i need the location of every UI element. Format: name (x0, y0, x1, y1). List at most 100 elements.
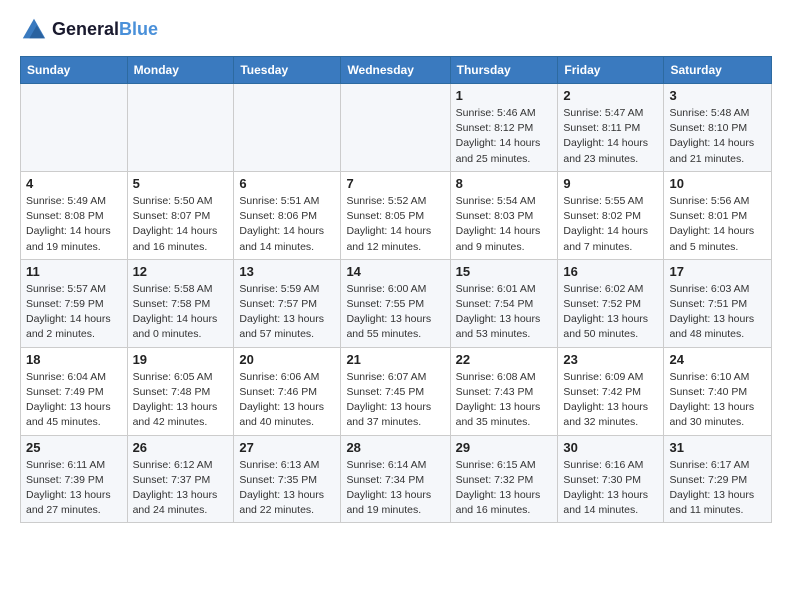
day-info: Sunrise: 6:01 AM Sunset: 7:54 PM Dayligh… (456, 282, 553, 343)
day-info: Sunrise: 5:50 AM Sunset: 8:07 PM Dayligh… (133, 194, 229, 255)
day-info: Sunrise: 5:58 AM Sunset: 7:58 PM Dayligh… (133, 282, 229, 343)
day-info: Sunrise: 5:52 AM Sunset: 8:05 PM Dayligh… (346, 194, 444, 255)
calendar-week-row: 25 Sunrise: 6:11 AM Sunset: 7:39 PM Dayli… (21, 435, 772, 523)
calendar-cell: 23 Sunrise: 6:09 AM Sunset: 7:42 PM Dayli… (558, 347, 664, 435)
day-number: 29 (456, 440, 553, 455)
calendar-cell: 29 Sunrise: 6:15 AM Sunset: 7:32 PM Dayli… (450, 435, 558, 523)
calendar-cell: 19 Sunrise: 6:05 AM Sunset: 7:48 PM Dayli… (127, 347, 234, 435)
calendar-cell: 11 Sunrise: 5:57 AM Sunset: 7:59 PM Dayli… (21, 259, 128, 347)
calendar-cell: 4Sunrise: 5:49 AM Sunset: 8:08 PM Daylig… (21, 171, 128, 259)
day-info: Sunrise: 6:06 AM Sunset: 7:46 PM Dayligh… (239, 370, 335, 431)
day-info: Sunrise: 5:51 AM Sunset: 8:06 PM Dayligh… (239, 194, 335, 255)
day-info: Sunrise: 6:17 AM Sunset: 7:29 PM Dayligh… (669, 458, 766, 519)
day-info: Sunrise: 6:12 AM Sunset: 7:37 PM Dayligh… (133, 458, 229, 519)
calendar-cell: 3 Sunrise: 5:48 AM Sunset: 8:10 PM Daylig… (664, 84, 772, 172)
day-number: 1 (456, 88, 553, 103)
calendar-week-row: 18 Sunrise: 6:04 AM Sunset: 7:49 PM Dayli… (21, 347, 772, 435)
day-info: Sunrise: 6:08 AM Sunset: 7:43 PM Dayligh… (456, 370, 553, 431)
day-info: Sunrise: 5:46 AM Sunset: 8:12 PM Dayligh… (456, 106, 553, 167)
day-number: 26 (133, 440, 229, 455)
day-number: 7 (346, 176, 444, 191)
day-info: Sunrise: 6:11 AM Sunset: 7:39 PM Dayligh… (26, 458, 122, 519)
day-number: 2 (563, 88, 658, 103)
calendar-cell: 10 Sunrise: 5:56 AM Sunset: 8:01 PM Dayli… (664, 171, 772, 259)
calendar-table: SundayMondayTuesdayWednesdayThursdayFrid… (20, 56, 772, 523)
logo-icon (20, 16, 48, 44)
weekday-header: Saturday (664, 57, 772, 84)
day-number: 11 (26, 264, 122, 279)
weekday-header: Sunday (21, 57, 128, 84)
calendar-cell (234, 84, 341, 172)
calendar-cell: 26 Sunrise: 6:12 AM Sunset: 7:37 PM Dayli… (127, 435, 234, 523)
calendar-cell: 30Sunrise: 6:16 AM Sunset: 7:30 PM Dayli… (558, 435, 664, 523)
calendar-cell: 9 Sunrise: 5:55 AM Sunset: 8:02 PM Daylig… (558, 171, 664, 259)
weekday-header: Monday (127, 57, 234, 84)
calendar-cell: 28Sunrise: 6:14 AM Sunset: 7:34 PM Dayli… (341, 435, 450, 523)
day-number: 28 (346, 440, 444, 455)
day-number: 18 (26, 352, 122, 367)
day-number: 21 (346, 352, 444, 367)
day-number: 8 (456, 176, 553, 191)
day-number: 13 (239, 264, 335, 279)
day-number: 31 (669, 440, 766, 455)
day-info: Sunrise: 6:02 AM Sunset: 7:52 PM Dayligh… (563, 282, 658, 343)
logo-text: GeneralBlue (52, 20, 158, 40)
day-info: Sunrise: 5:47 AM Sunset: 8:11 PM Dayligh… (563, 106, 658, 167)
day-number: 14 (346, 264, 444, 279)
calendar-cell: 8 Sunrise: 5:54 AM Sunset: 8:03 PM Daylig… (450, 171, 558, 259)
weekday-header: Wednesday (341, 57, 450, 84)
calendar-cell: 14 Sunrise: 6:00 AM Sunset: 7:55 PM Dayli… (341, 259, 450, 347)
calendar-cell (341, 84, 450, 172)
day-info: Sunrise: 6:13 AM Sunset: 7:35 PM Dayligh… (239, 458, 335, 519)
day-info: Sunrise: 5:49 AM Sunset: 8:08 PM Dayligh… (26, 194, 122, 255)
calendar-cell: 5 Sunrise: 5:50 AM Sunset: 8:07 PM Daylig… (127, 171, 234, 259)
day-info: Sunrise: 5:55 AM Sunset: 8:02 PM Dayligh… (563, 194, 658, 255)
day-number: 24 (669, 352, 766, 367)
calendar-cell: 25 Sunrise: 6:11 AM Sunset: 7:39 PM Dayli… (21, 435, 128, 523)
day-info: Sunrise: 6:15 AM Sunset: 7:32 PM Dayligh… (456, 458, 553, 519)
day-number: 19 (133, 352, 229, 367)
day-number: 15 (456, 264, 553, 279)
calendar-cell: 22 Sunrise: 6:08 AM Sunset: 7:43 PM Dayli… (450, 347, 558, 435)
calendar-cell: 6 Sunrise: 5:51 AM Sunset: 8:06 PM Daylig… (234, 171, 341, 259)
calendar-week-row: 4Sunrise: 5:49 AM Sunset: 8:08 PM Daylig… (21, 171, 772, 259)
day-info: Sunrise: 6:03 AM Sunset: 7:51 PM Dayligh… (669, 282, 766, 343)
calendar-cell: 13 Sunrise: 5:59 AM Sunset: 7:57 PM Dayli… (234, 259, 341, 347)
calendar-cell: 12Sunrise: 5:58 AM Sunset: 7:58 PM Dayli… (127, 259, 234, 347)
day-number: 9 (563, 176, 658, 191)
day-info: Sunrise: 5:59 AM Sunset: 7:57 PM Dayligh… (239, 282, 335, 343)
day-info: Sunrise: 6:09 AM Sunset: 7:42 PM Dayligh… (563, 370, 658, 431)
day-number: 3 (669, 88, 766, 103)
logo: GeneralBlue (20, 16, 158, 44)
day-number: 16 (563, 264, 658, 279)
day-number: 6 (239, 176, 335, 191)
day-info: Sunrise: 6:04 AM Sunset: 7:49 PM Dayligh… (26, 370, 122, 431)
day-info: Sunrise: 5:56 AM Sunset: 8:01 PM Dayligh… (669, 194, 766, 255)
day-number: 23 (563, 352, 658, 367)
calendar-cell: 24 Sunrise: 6:10 AM Sunset: 7:40 PM Dayli… (664, 347, 772, 435)
day-info: Sunrise: 6:07 AM Sunset: 7:45 PM Dayligh… (346, 370, 444, 431)
day-number: 22 (456, 352, 553, 367)
calendar-cell: 18 Sunrise: 6:04 AM Sunset: 7:49 PM Dayli… (21, 347, 128, 435)
calendar-cell: 31 Sunrise: 6:17 AM Sunset: 7:29 PM Dayli… (664, 435, 772, 523)
day-number: 25 (26, 440, 122, 455)
day-number: 30 (563, 440, 658, 455)
day-info: Sunrise: 5:54 AM Sunset: 8:03 PM Dayligh… (456, 194, 553, 255)
page-header: GeneralBlue (20, 16, 772, 44)
day-info: Sunrise: 5:48 AM Sunset: 8:10 PM Dayligh… (669, 106, 766, 167)
day-number: 5 (133, 176, 229, 191)
day-info: Sunrise: 5:57 AM Sunset: 7:59 PM Dayligh… (26, 282, 122, 343)
calendar-cell: 7 Sunrise: 5:52 AM Sunset: 8:05 PM Daylig… (341, 171, 450, 259)
day-info: Sunrise: 6:00 AM Sunset: 7:55 PM Dayligh… (346, 282, 444, 343)
day-info: Sunrise: 6:05 AM Sunset: 7:48 PM Dayligh… (133, 370, 229, 431)
day-number: 27 (239, 440, 335, 455)
calendar-cell (127, 84, 234, 172)
calendar-cell: 21 Sunrise: 6:07 AM Sunset: 7:45 PM Dayli… (341, 347, 450, 435)
day-info: Sunrise: 6:10 AM Sunset: 7:40 PM Dayligh… (669, 370, 766, 431)
calendar-cell: 20 Sunrise: 6:06 AM Sunset: 7:46 PM Dayli… (234, 347, 341, 435)
calendar-cell: 1 Sunrise: 5:46 AM Sunset: 8:12 PM Daylig… (450, 84, 558, 172)
calendar-cell: 16 Sunrise: 6:02 AM Sunset: 7:52 PM Dayli… (558, 259, 664, 347)
day-number: 17 (669, 264, 766, 279)
day-number: 20 (239, 352, 335, 367)
day-number: 10 (669, 176, 766, 191)
